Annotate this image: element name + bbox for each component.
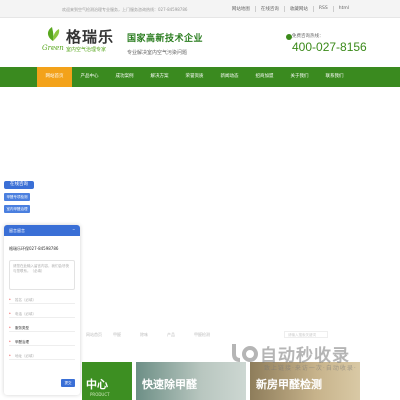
- nav-item-honors[interactable]: 荣誉资质: [177, 67, 212, 87]
- logo-green-word: Green: [42, 44, 64, 52]
- side-links: 甲醛专项检测 室内甲醛治理: [4, 193, 30, 217]
- nav-item-contact[interactable]: 联系我们: [317, 67, 352, 87]
- top-link-rss[interactable]: RSS: [312, 6, 333, 12]
- card-subtitle: PRODUCT: [90, 392, 110, 397]
- welcome-text: 欢迎来到空气检测治理专业服务，上门服务咨询热线：027-84598786: [62, 7, 188, 12]
- slogan-title: 国家高新技术企业: [127, 34, 204, 44]
- faint-link[interactable]: 产品: [167, 332, 194, 338]
- minimize-icon[interactable]: –: [73, 225, 76, 236]
- slogan-subtitle: 专业解决室内空气污染问题: [127, 50, 188, 56]
- faint-link[interactable]: 除味: [140, 332, 167, 338]
- top-link-favorite[interactable]: 收藏网站: [283, 6, 313, 12]
- required-mark: *: [9, 354, 11, 358]
- hotline: 免费咨询热线： 400-027-8156: [292, 33, 367, 54]
- watermark-subtext: 致上链接·来访一次·自动收录·: [264, 365, 357, 372]
- required-mark: *: [9, 298, 11, 302]
- top-link-consult[interactable]: 在线咨询: [254, 6, 284, 12]
- main-nav: 网站首页 产品中心 成功案例 解决方案 荣誉资质 新闻动态 招商加盟 关于我们 …: [0, 67, 400, 87]
- required-mark: *: [9, 326, 11, 330]
- side-link-test[interactable]: 甲醛专项检测: [4, 193, 30, 201]
- side-link-treatment[interactable]: 室内甲醛治理: [4, 205, 30, 213]
- nav-item-products[interactable]: 产品中心: [72, 67, 107, 87]
- nav-item-solutions[interactable]: 解决方案: [142, 67, 177, 87]
- nav-item-home[interactable]: 网站首页: [37, 67, 72, 87]
- chat-title: 留言留言: [9, 228, 25, 233]
- search-input[interactable]: 请输入搜索关键词: [284, 331, 328, 338]
- required-mark: *: [9, 340, 11, 344]
- hotline-label: 免费咨询热线：: [292, 34, 324, 39]
- card-title: 快速除甲醛: [142, 378, 197, 391]
- top-bar: 欢迎来到空气检测治理专业服务，上门服务咨询热线：027-84598786 网站地…: [0, 0, 400, 18]
- phone-field-label: 电话（必填）: [15, 312, 36, 316]
- watermark: 自动秒收录 致上链接·来访一次·自动收录·: [230, 338, 390, 374]
- card-title: 新房甲醛检测: [256, 378, 322, 391]
- watermark-logo-icon: [232, 344, 258, 362]
- required-mark: *: [9, 312, 11, 316]
- nav-item-cases[interactable]: 成功案例: [107, 67, 142, 87]
- card-title: 中心: [86, 378, 108, 391]
- name-field-label: 姓名（必填）: [15, 298, 36, 302]
- top-link-html[interactable]: html: [332, 6, 354, 12]
- slogan: 国家高新技术企业 专业解决室内空气污染问题: [127, 31, 203, 56]
- logo[interactable]: Green 格瑞乐 室内空气治理专家: [42, 26, 132, 58]
- message-input[interactable]: 请您在此输入留言内容，我们会尽快与您联系。（必填）: [9, 260, 75, 290]
- address-field-label: 地址（必填）: [15, 354, 36, 358]
- nav-item-franchise[interactable]: 招商加盟: [247, 67, 282, 87]
- service-type-select[interactable]: * 服务类型: [9, 325, 75, 332]
- leaf-logo-icon: [47, 27, 60, 41]
- faint-link[interactable]: 甲醛: [113, 332, 140, 338]
- address-field[interactable]: * 地址（必填）: [9, 353, 75, 360]
- faint-link[interactable]: 网站首页: [86, 332, 113, 338]
- card-product[interactable]: 中心 PRODUCT: [82, 362, 132, 400]
- logo-subtitle: 室内空气治理专家: [66, 47, 107, 53]
- faint-link[interactable]: 甲醛检测: [194, 332, 221, 338]
- faint-links: 网站首页 甲醛 除味 产品 甲醛检测: [86, 332, 221, 338]
- nav-item-news[interactable]: 新闻动态: [212, 67, 247, 87]
- service-type-label: 服务类型: [15, 326, 29, 330]
- online-consult-label: 在线咨询: [10, 182, 28, 187]
- hotline-number: 400-027-8156: [292, 40, 367, 54]
- online-consult-tab[interactable]: 在线咨询: [4, 181, 34, 189]
- chat-header: 留言留言 –: [4, 225, 80, 236]
- top-link-sitemap[interactable]: 网站地图: [227, 6, 255, 12]
- service-option-label: 甲醛治理: [15, 340, 29, 344]
- service-option-select[interactable]: * 甲醛治理: [9, 339, 75, 346]
- logo-name: 格瑞乐: [66, 28, 115, 46]
- name-field[interactable]: * 姓名（必填）: [9, 297, 75, 304]
- nav-item-about[interactable]: 关于我们: [282, 67, 317, 87]
- phone-field[interactable]: * 电话（必填）: [9, 311, 75, 318]
- top-links: 网站地图 在线咨询 收藏网站 RSS html: [227, 6, 354, 12]
- chat-greeting: 格瑞乐环保027-84598786: [9, 246, 59, 251]
